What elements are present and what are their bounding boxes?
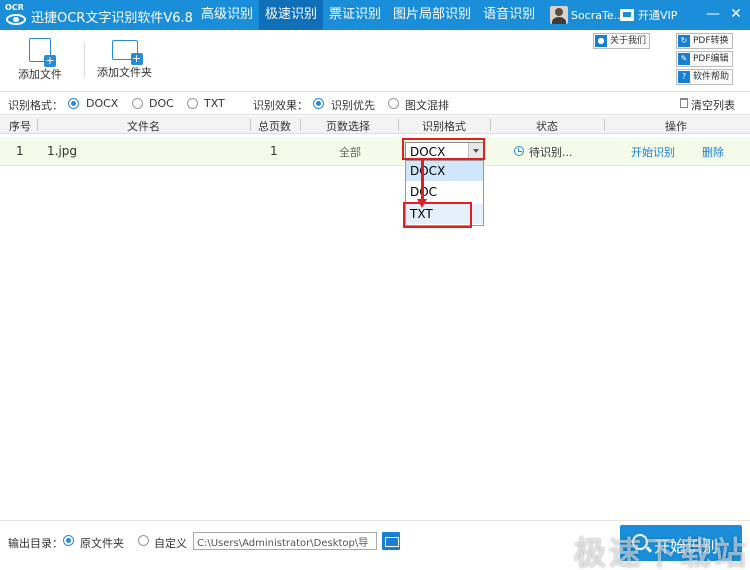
effect-recognition-first-radio[interactable] <box>313 98 324 109</box>
format-select[interactable]: DOCX <box>405 142 484 160</box>
add-file-icon <box>29 38 56 67</box>
table-row[interactable]: 1 1.jpg 1 全部 待识别... 开始识别 删除 <box>0 137 750 166</box>
username: SocraTe... <box>571 8 625 22</box>
start-recognition-link[interactable]: 开始识别 <box>631 144 675 160</box>
tab-image-partial-recognition[interactable]: 图片局部识别 <box>387 0 477 30</box>
col-index: 序号 <box>9 120 31 133</box>
about-us-button[interactable]: ● 关于我们 <box>593 33 651 49</box>
pdf-convert-button[interactable]: ↻ PDF转换 <box>676 33 733 49</box>
add-file-button[interactable]: 添加文件 <box>18 38 62 82</box>
row-index: 1 <box>16 144 24 158</box>
top-nav: 高级识别 极速识别 票证识别 图片局部识别 语音识别 <box>195 0 541 30</box>
delete-link[interactable]: 删除 <box>702 144 724 160</box>
row-total-pages: 1 <box>270 144 278 158</box>
output-path-input[interactable] <box>193 532 377 550</box>
ocr-logo-icon: OCR <box>4 3 28 27</box>
tab-ticket-recognition[interactable]: 票证识别 <box>323 0 387 30</box>
vip-button[interactable]: 开通VIP <box>620 6 677 24</box>
format-txt-radio[interactable] <box>187 98 198 109</box>
format-doc-label: DOC <box>149 97 174 110</box>
cart-icon <box>620 9 634 21</box>
col-status: 状态 <box>536 120 558 133</box>
col-actions: 操作 <box>665 120 687 133</box>
tab-voice-recognition[interactable]: 语音识别 <box>477 0 541 30</box>
annotation-arrow-icon <box>417 160 427 208</box>
pdf-convert-icon: ↻ <box>678 35 690 47</box>
output-custom-label: 自定义 <box>154 537 187 550</box>
effect-mixed-layout-label: 图文混排 <box>405 99 449 112</box>
effect-label: 识别效果： <box>253 99 308 112</box>
help-icon: ? <box>678 71 690 83</box>
tab-fast-recognition[interactable]: 极速识别 <box>259 0 324 30</box>
user-account[interactable]: SocraTe... <box>550 5 624 25</box>
row-filename: 1.jpg <box>47 144 78 158</box>
output-original-label: 原文件夹 <box>80 537 124 550</box>
format-txt-label: TXT <box>204 97 225 110</box>
col-page-select: 页数选择 <box>326 120 370 133</box>
close-button[interactable]: ✕ <box>727 5 745 23</box>
start-recognition-button[interactable]: 开始识别 <box>620 525 742 561</box>
format-select-value: DOCX <box>410 145 446 159</box>
options-bar: 识别格式： DOCX DOC TXT 识别效果： 识别优先 图文混排 清空列表 <box>0 93 750 115</box>
add-folder-button[interactable]: 添加文件夹 <box>97 38 152 80</box>
toolbar-divider <box>84 42 85 78</box>
format-docx-label: DOCX <box>86 97 119 110</box>
output-original-radio[interactable] <box>63 535 74 546</box>
add-folder-icon <box>111 40 143 65</box>
row-page-select[interactable]: 全部 <box>339 144 361 160</box>
minimize-button[interactable]: — <box>704 5 722 23</box>
help-button[interactable]: ? 软件帮助 <box>676 69 734 85</box>
clock-icon <box>514 146 524 156</box>
title-bar: OCR 迅捷OCR文字识别软件V6.8 高级识别 极速识别 票证识别 图片局部识… <box>0 0 750 30</box>
search-icon <box>632 534 648 550</box>
pencil-icon: ✎ <box>678 53 690 65</box>
output-custom-radio[interactable] <box>138 535 149 546</box>
trash-icon <box>680 98 688 108</box>
effect-recognition-first-label: 识别优先 <box>331 99 375 112</box>
avatar <box>550 6 568 24</box>
col-total-pages: 总页数 <box>258 120 291 133</box>
toolbar: 添加文件 添加文件夹 ● 关于我们 ↻ PDF转换 ✎ PDF编辑 ? 软件帮助 <box>0 30 750 92</box>
col-format: 识别格式 <box>422 120 466 133</box>
format-dropdown-list: DOCX DOC TXT <box>405 160 484 226</box>
person-icon: ● <box>595 35 607 47</box>
footer-bar: 输出目录： 原文件夹 自定义 开始识别 <box>0 520 750 570</box>
format-docx-radio[interactable] <box>68 98 79 109</box>
browse-folder-button[interactable] <box>382 532 400 550</box>
effect-mixed-layout-radio[interactable] <box>388 98 399 109</box>
table-header: 序号 文件名 总页数 页数选择 识别格式 状态 操作 <box>0 116 750 134</box>
col-filename: 文件名 <box>127 120 160 133</box>
row-status: 待识别... <box>529 146 573 159</box>
format-label: 识别格式： <box>8 99 63 112</box>
format-doc-radio[interactable] <box>132 98 143 109</box>
pdf-edit-button[interactable]: ✎ PDF编辑 <box>676 51 733 67</box>
dropdown-option-docx[interactable]: DOCX <box>406 161 483 181</box>
app-title: 迅捷OCR文字识别软件V6.8 <box>31 11 193 26</box>
output-dir-label: 输出目录： <box>8 537 63 550</box>
chevron-down-icon[interactable] <box>468 143 483 159</box>
tab-advanced-recognition[interactable]: 高级识别 <box>195 0 259 30</box>
clear-list-button[interactable]: 清空列表 <box>691 97 735 113</box>
